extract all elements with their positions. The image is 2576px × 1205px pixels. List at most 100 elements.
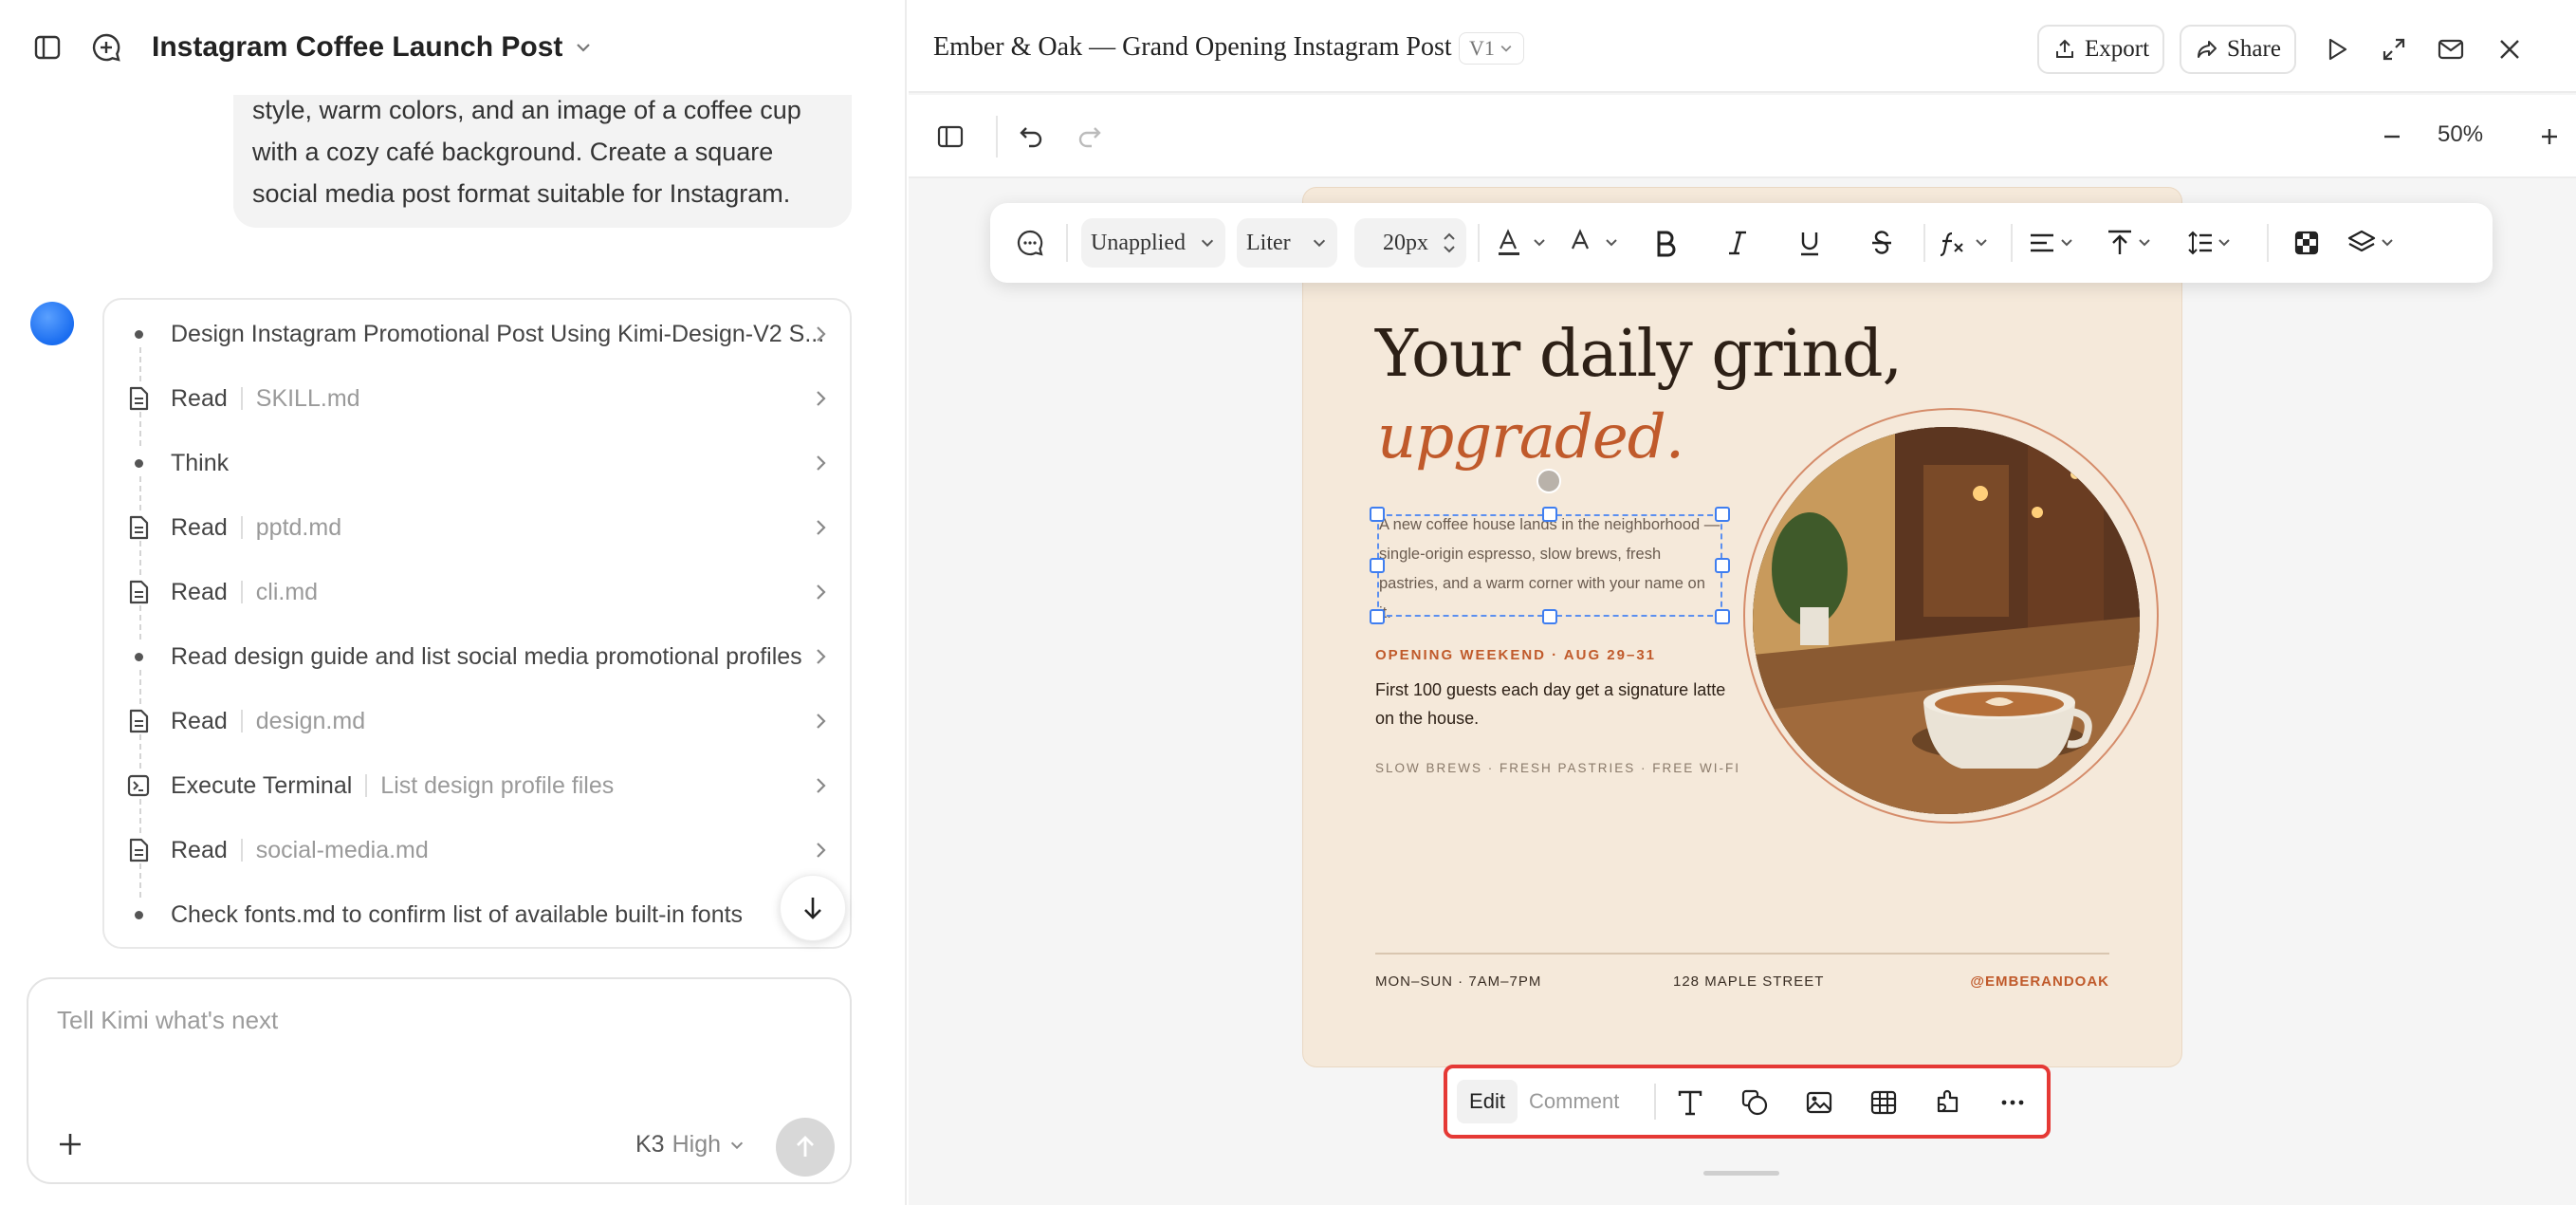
agent-step[interactable]: Read cli.md [104,560,850,624]
rotate-handle[interactable] [1536,469,1561,493]
font-size-stepper[interactable]: 20px [1354,218,1466,268]
table-tool-icon[interactable] [1865,1084,1903,1122]
resize-handle[interactable] [1715,609,1730,624]
chat-panel: Instagram Coffee Launch Post style, warm… [0,0,907,1205]
chevron-right-icon[interactable] [808,644,833,669]
send-button[interactable] [776,1118,835,1177]
chevron-down-icon [1201,239,1214,248]
chevron-right-icon[interactable] [808,773,833,798]
italic-icon[interactable] [1720,226,1755,260]
file-icon [123,835,154,865]
resize-handle[interactable] [1715,507,1730,522]
plugin-tool-icon[interactable] [1929,1084,1967,1122]
message-composer[interactable]: Tell Kimi what's next K3 High [27,977,852,1184]
resize-handle[interactable] [1370,558,1385,573]
agent-step[interactable]: Read design.md [104,689,850,753]
align-icon[interactable] [2028,226,2085,260]
step-label: Read design guide and list social media … [171,642,802,670]
social-handle[interactable]: @EMBERANDOAK [1375,973,2109,990]
agent-step[interactable]: Think [104,431,850,495]
agent-step[interactable]: Design Instagram Promotional Post Using … [104,302,850,366]
panel-resize-grip[interactable] [1703,1171,1779,1176]
resize-handle[interactable] [1370,609,1385,624]
feature-tags[interactable]: SLOW BREWS · FRESH PASTRIES · FREE WI-FI [1375,761,1740,775]
export-button[interactable]: Export [2037,25,2165,74]
document-title[interactable]: Ember & Oak — Grand Opening Instagram Po… [933,32,1452,63]
comment-mode-button[interactable]: Comment [1529,1080,1619,1123]
zoom-level[interactable]: 50% [2438,121,2483,148]
step-label: Read [171,384,228,412]
step-detail: cli.md [240,581,318,604]
chevron-right-icon[interactable] [808,451,833,475]
model-selector[interactable]: K3 High [635,1131,745,1159]
more-icon[interactable] [1994,1084,2032,1122]
plus-icon[interactable] [51,1125,89,1163]
chevron-down-icon[interactable] [572,36,595,59]
version-label: V1 [1469,36,1495,60]
offer-text[interactable]: First 100 guests each day get a signatur… [1375,676,1736,732]
strikethrough-icon[interactable] [1865,226,1899,260]
new-chat-icon[interactable] [85,27,127,68]
share-button[interactable]: Share [2180,25,2296,74]
chevron-right-icon[interactable] [808,580,833,604]
layers-panel-icon[interactable] [933,120,967,154]
scroll-down-button[interactable] [780,875,846,941]
agent-step[interactable]: Read SKILL.md [104,366,850,431]
instagram-post-canvas[interactable]: Your daily grind, upgraded. A new coffee… [1303,188,2181,1066]
resize-handle[interactable] [1542,507,1557,522]
chat-title[interactable]: Instagram Coffee Launch Post [152,31,562,64]
chevron-right-icon[interactable] [808,709,833,733]
opening-dates[interactable]: OPENING WEEKEND · AUG 29–31 [1375,647,1656,663]
composer-input[interactable]: Tell Kimi what's next [57,1006,278,1035]
bold-icon[interactable] [1648,226,1683,260]
shape-tool-icon[interactable] [1736,1084,1774,1122]
line-spacing-icon[interactable] [2183,226,2240,260]
font-family-dropdown[interactable]: Liter [1237,218,1337,268]
step-detail: pptd.md [240,516,341,540]
chevron-down-icon [728,1137,745,1154]
play-icon[interactable] [2320,32,2354,66]
text-style-dropdown[interactable]: Unapplied [1081,218,1225,268]
text-tool-icon[interactable] [1671,1084,1709,1122]
agent-step[interactable]: Check fonts.md to confirm list of availa… [104,882,850,947]
headline-line-1[interactable]: Your daily grind, [1375,317,1903,392]
layer-order-icon[interactable] [2346,226,2403,260]
zoom-out-icon[interactable] [2375,120,2409,154]
image-tool-icon[interactable] [1800,1084,1838,1122]
resize-handle[interactable] [1715,558,1730,573]
chevron-right-icon[interactable] [808,322,833,346]
agent-step[interactable]: Read pptd.md [104,495,850,560]
font-size-value: 20px [1383,230,1428,255]
selection-box[interactable] [1377,514,1722,617]
text-color-icon[interactable] [1493,226,1554,260]
agent-step[interactable]: Read social-media.md [104,818,850,882]
agent-step[interactable]: Read design guide and list social media … [104,624,850,689]
version-selector[interactable]: V1 [1459,32,1524,65]
underline-icon[interactable] [1793,226,1827,260]
edit-mode-button[interactable]: Edit [1457,1080,1518,1123]
sidebar-toggle-icon[interactable] [27,27,68,68]
chevron-right-icon[interactable] [808,386,833,411]
agent-step[interactable]: Execute Terminal List design profile file… [104,753,850,818]
step-label: Design Instagram Promotional Post Using … [171,320,825,347]
highlight-color-icon[interactable] [1565,226,1626,260]
bullet-icon [123,319,154,349]
chevron-right-icon[interactable] [808,838,833,862]
vertical-align-icon[interactable] [2106,226,2162,260]
resize-handle[interactable] [1370,507,1385,522]
coffee-cafe-photo[interactable] [1753,427,2140,814]
resize-handle[interactable] [1542,609,1557,624]
redo-icon[interactable] [1072,120,1106,154]
expand-icon[interactable] [2377,32,2411,66]
formula-icon[interactable] [1939,226,1996,260]
mail-icon[interactable] [2434,32,2468,66]
chevron-right-icon[interactable] [808,515,833,540]
comment-icon[interactable] [1011,226,1049,260]
editor-panel: Ember & Oak — Grand Opening Instagram Po… [909,0,2576,1205]
transparency-icon[interactable] [2290,226,2324,260]
undo-icon[interactable] [1015,120,1049,154]
step-label: Check fonts.md to confirm list of availa… [171,900,744,928]
headline-line-2[interactable]: upgraded. [1377,402,1684,473]
close-icon[interactable] [2493,32,2527,66]
zoom-in-icon[interactable] [2532,120,2567,154]
